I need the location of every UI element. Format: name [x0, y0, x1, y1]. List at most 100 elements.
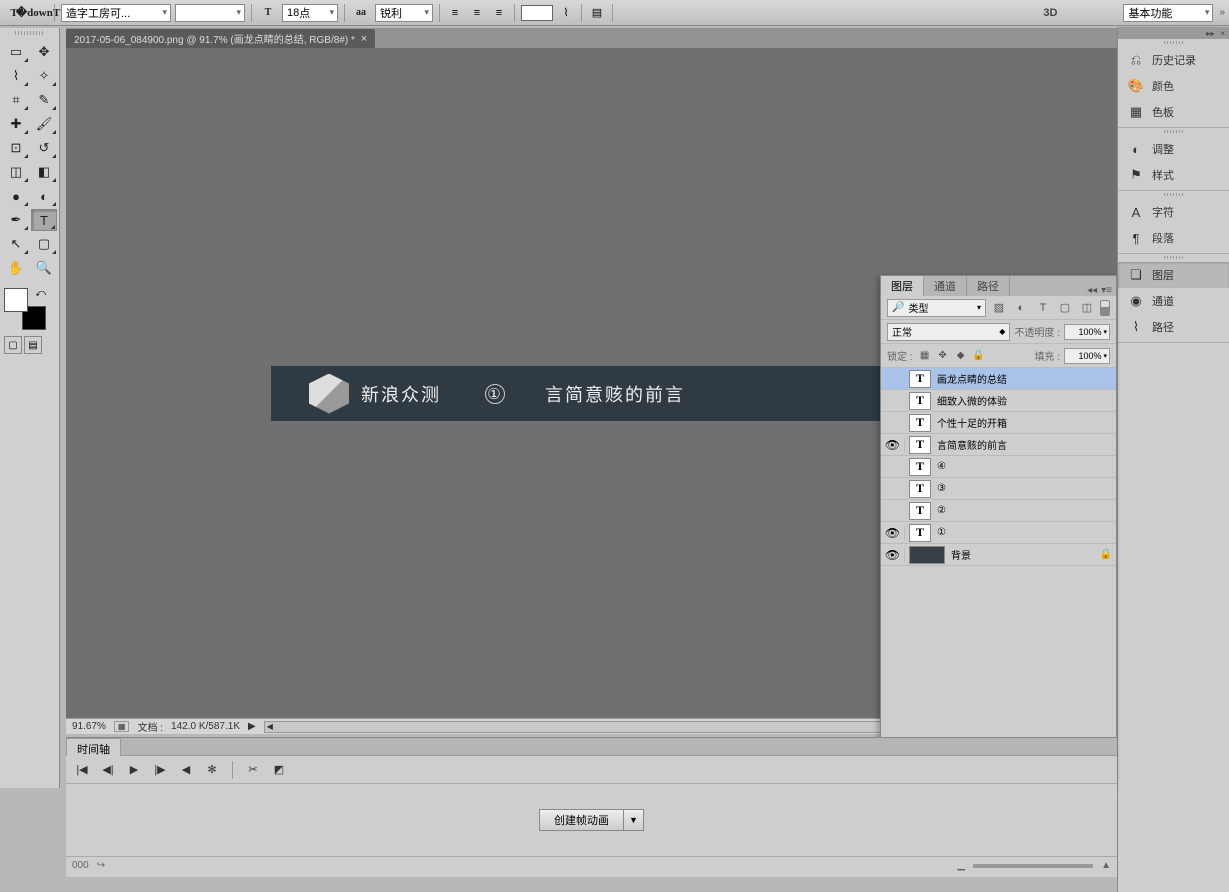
type-tool-icon[interactable]: T: [31, 209, 57, 231]
text-color-swatch[interactable]: [521, 5, 553, 21]
path-select-tool-icon[interactable]: ↖: [3, 233, 29, 255]
layer-row[interactable]: T②: [881, 500, 1116, 522]
stamp-tool-icon[interactable]: ⊡: [3, 137, 29, 159]
text-orientation-icon[interactable]: �downT: [28, 3, 48, 23]
workspace-select[interactable]: 基本功能: [1123, 4, 1213, 22]
split-clip-icon[interactable]: ✂: [245, 762, 261, 778]
lock-position-icon[interactable]: ✥: [935, 349, 951, 363]
document-tab[interactable]: 2017-05-06_084900.png @ 91.7% (画龙点睛的总结, …: [66, 29, 375, 48]
prev-frame-icon[interactable]: ◀|: [100, 762, 116, 778]
expand-dock-icon[interactable]: ▸▸: [1206, 29, 1214, 38]
fill-input[interactable]: 100%: [1064, 348, 1110, 364]
layer-name[interactable]: ②: [935, 505, 1096, 516]
zoom-out-timeline-icon[interactable]: ▁: [957, 860, 965, 871]
blend-mode-select[interactable]: 正常◆: [887, 323, 1010, 341]
quickmask-icon[interactable]: ▢: [4, 336, 22, 354]
layer-name[interactable]: ④: [935, 461, 1096, 472]
doc-info-arrow-icon[interactable]: ▶: [248, 721, 256, 732]
hand-tool-icon[interactable]: ✋: [3, 257, 29, 279]
antialias-select[interactable]: 锐利: [375, 4, 433, 22]
blur-tool-icon[interactable]: ●: [3, 185, 29, 207]
next-frame-icon[interactable]: |▶: [152, 762, 168, 778]
layer-row[interactable]: T个性十足的开箱: [881, 412, 1116, 434]
close-dock-icon[interactable]: ×: [1220, 29, 1225, 38]
filter-pixel-icon[interactable]: ▧: [990, 299, 1008, 317]
threeD-button[interactable]: 3D: [1043, 7, 1057, 19]
layer-row[interactable]: T细致入微的体验: [881, 390, 1116, 412]
layer-filter-select[interactable]: 🔎 类型: [887, 299, 986, 317]
layer-name[interactable]: 画龙点睛的总结: [935, 371, 1096, 386]
pen-tool-icon[interactable]: ✒: [3, 209, 29, 231]
brush-tool-icon[interactable]: 🖌: [31, 113, 57, 135]
collapse-panel-icon[interactable]: ◂◂: [1087, 285, 1097, 296]
marquee-tool-icon[interactable]: ▭: [3, 41, 29, 63]
opacity-input[interactable]: 100%: [1064, 324, 1110, 340]
doc-info-icon[interactable]: ▦: [114, 721, 130, 732]
filter-type-icon[interactable]: T: [1034, 299, 1052, 317]
layer-name[interactable]: 背景: [949, 547, 1096, 562]
visibility-toggle[interactable]: 👁: [881, 526, 905, 540]
dock-item-字符[interactable]: A字符: [1118, 199, 1229, 225]
move-tool-icon[interactable]: ✥: [31, 41, 57, 63]
swap-colors-icon[interactable]: ⤺: [35, 288, 46, 299]
create-frame-animation-button[interactable]: 创建帧动画: [539, 809, 624, 831]
layer-name[interactable]: 言简意赅的前言: [935, 437, 1096, 452]
layer-row[interactable]: 👁T言简意赅的前言: [881, 434, 1116, 456]
filter-adjust-icon[interactable]: ◐: [1012, 299, 1030, 317]
visibility-toggle[interactable]: 👁: [881, 438, 905, 452]
timeline-render-icon[interactable]: ↪: [97, 860, 105, 871]
dock-item-样式[interactable]: ⚑样式: [1118, 162, 1229, 188]
create-dropdown-icon[interactable]: ▼: [624, 809, 644, 831]
tab-channels[interactable]: 通道: [924, 276, 967, 296]
layer-row[interactable]: T③: [881, 478, 1116, 500]
lock-transparency-icon[interactable]: ◆: [953, 349, 969, 363]
timeline-options-icon[interactable]: ✻: [204, 762, 220, 778]
tab-layers[interactable]: 图层: [881, 276, 924, 296]
dock-item-调整[interactable]: ◐调整: [1118, 136, 1229, 162]
lasso-tool-icon[interactable]: ⌇: [3, 65, 29, 87]
dock-item-段落[interactable]: ¶段落: [1118, 225, 1229, 251]
layer-name[interactable]: 个性十足的开箱: [935, 415, 1096, 430]
tab-paths[interactable]: 路径: [967, 276, 1010, 296]
lock-pixels-icon[interactable]: ▦: [917, 349, 933, 363]
close-icon[interactable]: ×: [361, 33, 367, 45]
layer-row[interactable]: T④: [881, 456, 1116, 478]
first-frame-icon[interactable]: |◀: [74, 762, 90, 778]
font-size-select[interactable]: 18 点: [282, 4, 338, 22]
visibility-toggle[interactable]: 👁: [881, 548, 905, 562]
dock-item-通道[interactable]: ◉通道: [1118, 288, 1229, 314]
filter-shape-icon[interactable]: ▢: [1056, 299, 1074, 317]
color-swatches[interactable]: ⤺: [4, 288, 46, 330]
double-arrow-icon[interactable]: »: [1219, 7, 1225, 18]
foreground-color[interactable]: [4, 288, 28, 312]
dock-item-颜色[interactable]: 🎨颜色: [1118, 73, 1229, 99]
align-center-icon[interactable]: ≡: [468, 4, 486, 22]
align-right-icon[interactable]: ≡: [490, 4, 508, 22]
zoom-in-timeline-icon[interactable]: ▲: [1101, 860, 1111, 871]
screenmode-icon[interactable]: ▤: [24, 336, 42, 354]
zoom-tool-icon[interactable]: 🔍: [31, 257, 57, 279]
panel-menu-icon[interactable]: ▾≡: [1101, 285, 1112, 296]
layer-row[interactable]: 👁背景🔒: [881, 544, 1116, 566]
dock-item-图层[interactable]: ❏图层: [1118, 262, 1229, 288]
gradient-tool-icon[interactable]: ◧: [31, 161, 57, 183]
font-style-select[interactable]: [175, 4, 245, 22]
timeline-zoom-slider[interactable]: [973, 864, 1093, 868]
warp-text-icon[interactable]: ⌇: [557, 4, 575, 22]
dock-item-历史记录[interactable]: ⎌历史记录: [1118, 47, 1229, 73]
layer-name[interactable]: ③: [935, 483, 1096, 494]
dock-item-色板[interactable]: ▦色板: [1118, 99, 1229, 125]
eraser-tool-icon[interactable]: ◫: [3, 161, 29, 183]
tab-timeline[interactable]: 时间轴: [66, 738, 121, 756]
eyedropper-tool-icon[interactable]: ✎: [31, 89, 57, 111]
filter-toggle[interactable]: [1100, 300, 1110, 316]
layer-row[interactable]: 👁T①: [881, 522, 1116, 544]
timeline-tracks-icon[interactable]: 000: [72, 860, 89, 871]
lock-all-icon[interactable]: 🔒: [971, 349, 987, 363]
dock-item-路径[interactable]: ⌇路径: [1118, 314, 1229, 340]
play-icon[interactable]: ▶: [126, 762, 142, 778]
transition-icon[interactable]: ◩: [271, 762, 287, 778]
audio-mute-icon[interactable]: ◀: [178, 762, 194, 778]
healing-tool-icon[interactable]: ✚: [3, 113, 29, 135]
font-family-select[interactable]: 造字工房可...: [61, 4, 171, 22]
